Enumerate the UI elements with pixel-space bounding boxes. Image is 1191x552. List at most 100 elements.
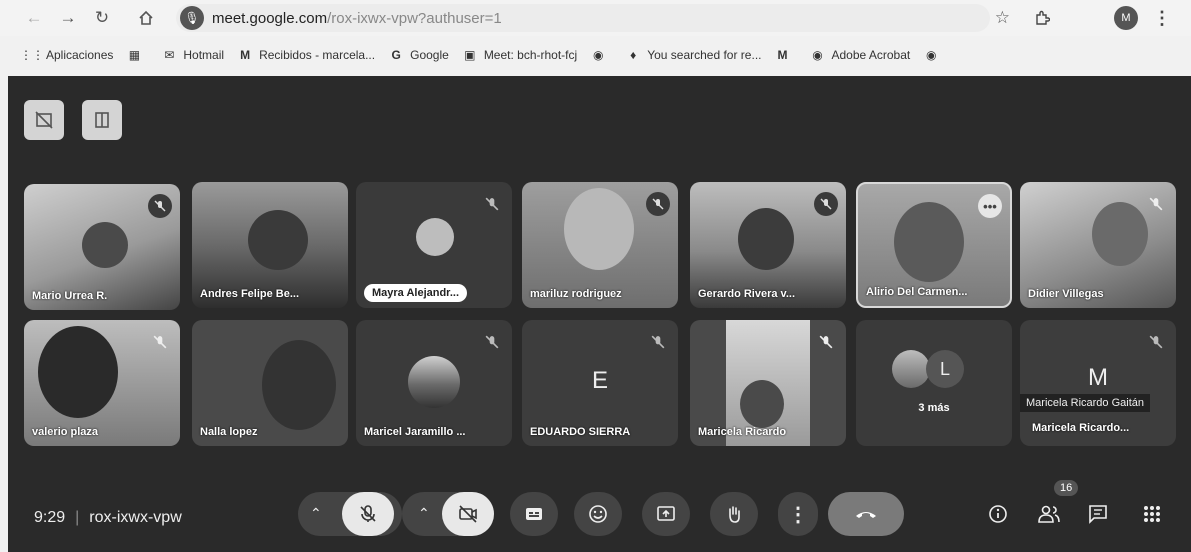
bookmark-item[interactable]: ♦ You searched for re... bbox=[625, 47, 761, 63]
bookmark-item[interactable]: M bbox=[774, 47, 796, 63]
mic-options-chevron-icon[interactable]: ⌃ bbox=[310, 505, 322, 522]
mic-off-icon bbox=[646, 192, 670, 216]
participant-name: valerio plaza bbox=[32, 426, 99, 438]
bookmark-item[interactable]: ◉ Adobe Acrobat bbox=[809, 47, 910, 63]
globe-icon: ◉ bbox=[812, 48, 823, 62]
participant-tile[interactable]: Nalla lopez bbox=[192, 320, 348, 446]
bookmark-item[interactable]: ▦ bbox=[126, 47, 148, 63]
participant-video bbox=[248, 210, 308, 270]
participant-tile[interactable]: E EDUARDO SIERRA bbox=[522, 320, 678, 446]
profile-avatar[interactable]: M bbox=[1114, 6, 1138, 30]
bookmark-item[interactable]: ⋮⋮ Aplicaciones bbox=[20, 47, 113, 63]
participant-tile[interactable]: Maricela Ricardo bbox=[690, 320, 846, 446]
mic-off-icon bbox=[814, 192, 838, 216]
people-icon[interactable] bbox=[1036, 502, 1062, 526]
mic-off-icon bbox=[150, 332, 170, 352]
present-screen-icon bbox=[657, 506, 675, 521]
mic-off-icon bbox=[482, 194, 502, 214]
chat-icon[interactable] bbox=[1086, 502, 1110, 526]
participant-video bbox=[82, 222, 128, 268]
meeting-time: 9:29 bbox=[34, 509, 66, 526]
participant-name: mariluz rodriguez bbox=[530, 288, 622, 300]
mic-site-icon: 🎙 bbox=[180, 6, 204, 30]
bookmark-item[interactable]: ◉ bbox=[923, 47, 945, 63]
present-button[interactable] bbox=[642, 492, 690, 536]
bookmark-star-icon[interactable]: ☆ bbox=[995, 8, 1010, 28]
participant-video bbox=[564, 188, 634, 270]
others-count-label: 3 más bbox=[918, 402, 950, 414]
participant-tile[interactable]: ••• Alirio Del Carmen... bbox=[856, 182, 1012, 308]
participant-initial: E bbox=[591, 366, 609, 394]
bookmark-item[interactable]: M Recibidos - marcela... bbox=[237, 47, 375, 63]
captions-icon bbox=[526, 508, 542, 520]
hide-tiles-icon[interactable] bbox=[24, 100, 64, 140]
participant-name: Andres Felipe Be... bbox=[200, 288, 300, 300]
more-options-icon[interactable]: ••• bbox=[978, 194, 1002, 218]
reload-icon[interactable]: ↻ bbox=[88, 4, 116, 32]
participant-video bbox=[894, 202, 964, 282]
participant-avatar bbox=[408, 356, 460, 408]
participant-name: Mayra Alejandr... bbox=[364, 284, 468, 302]
gmail-icon: M bbox=[240, 48, 251, 62]
mic-off-icon bbox=[360, 505, 376, 522]
participant-tile[interactable]: valerio plaza bbox=[24, 320, 180, 446]
bookmark-item[interactable]: G Google bbox=[388, 47, 448, 63]
mic-off-icon bbox=[1146, 194, 1166, 214]
participant-tile[interactable]: M Maricela Ricardo Gaitán Maricela Ricar… bbox=[1020, 320, 1176, 446]
participant-name: Alirio Del Carmen... bbox=[866, 286, 968, 298]
emoji-icon bbox=[589, 505, 607, 523]
reactions-button[interactable] bbox=[574, 492, 622, 536]
globe-icon: ◉ bbox=[592, 48, 604, 62]
participant-name: Maricel Jaramillo ... bbox=[364, 426, 466, 438]
participant-tile[interactable]: Didier Villegas bbox=[1020, 182, 1176, 308]
leave-call-button[interactable] bbox=[828, 492, 904, 536]
meeting-details-icon[interactable] bbox=[986, 502, 1010, 526]
others-tile[interactable]: L 3 más bbox=[856, 320, 1012, 446]
participant-name: Mario Urrea R. bbox=[32, 290, 108, 302]
participant-tile[interactable]: Andres Felipe Be... bbox=[192, 182, 348, 308]
camera-toggle-button[interactable] bbox=[442, 492, 494, 536]
bookmark-item[interactable]: ◉ bbox=[590, 47, 612, 63]
back-icon[interactable]: ← bbox=[20, 4, 48, 32]
more-options-icon[interactable]: ⋮ bbox=[778, 492, 818, 536]
participant-tile[interactable]: Maricel Jaramillo ... bbox=[356, 320, 512, 446]
participant-name: Maricela Ricardo bbox=[698, 426, 787, 438]
meeting-info: 9:29 | rox-ixwx-vpw bbox=[34, 509, 182, 526]
grid-icon: ▦ bbox=[128, 48, 141, 62]
address-bar[interactable]: 🎙 meet.google.com/rox-ixwx-vpw?authuser=… bbox=[176, 4, 1010, 32]
participant-name: Maricela Ricardo... bbox=[1032, 422, 1130, 434]
meeting-code: rox-ixwx-vpw bbox=[89, 509, 182, 526]
captions-button[interactable] bbox=[510, 492, 558, 536]
participant-tile[interactable]: Gerardo Rivera v... bbox=[690, 182, 846, 308]
mic-toggle-button[interactable] bbox=[342, 492, 394, 536]
home-icon[interactable] bbox=[132, 4, 160, 32]
participant-tile[interactable]: Mayra Alejandr... bbox=[356, 182, 512, 308]
camera-options-chevron-icon[interactable]: ⌃ bbox=[418, 505, 430, 522]
participant-video bbox=[262, 340, 336, 430]
participant-name: Didier Villegas bbox=[1028, 288, 1104, 300]
outlook-icon: ✉ bbox=[164, 48, 175, 62]
meet-icon: ▣ bbox=[464, 48, 476, 62]
gmail-icon: M bbox=[777, 48, 788, 62]
participant-initial: L bbox=[926, 350, 964, 388]
raise-hand-button[interactable] bbox=[710, 492, 758, 536]
mic-control-group: ⌃ bbox=[298, 492, 402, 536]
name-tooltip: Maricela Ricardo Gaitán bbox=[1020, 394, 1150, 412]
mic-off-icon bbox=[1146, 332, 1166, 352]
activities-grid-icon[interactable] bbox=[1140, 502, 1164, 526]
bookmark-item[interactable]: ▣ Meet: bch-rhot-fcj bbox=[462, 47, 577, 63]
forward-icon[interactable]: → bbox=[54, 4, 82, 32]
layout-icon[interactable] bbox=[82, 100, 122, 140]
participant-tile[interactable]: Mario Urrea R. bbox=[24, 184, 180, 310]
raise-hand-icon bbox=[729, 506, 740, 523]
bookmark-item[interactable]: ✉ Hotmail bbox=[161, 47, 224, 63]
participant-video bbox=[738, 208, 794, 270]
participant-tile[interactable]: mariluz rodriguez bbox=[522, 182, 678, 308]
participant-face bbox=[740, 380, 784, 428]
bookmark-icon: ♦ bbox=[630, 48, 637, 62]
extensions-icon[interactable] bbox=[1030, 6, 1054, 30]
camera-control-group: ⌃ bbox=[402, 492, 494, 536]
google-icon: G bbox=[391, 48, 401, 62]
participant-name: Nalla lopez bbox=[200, 426, 258, 438]
browser-menu-icon[interactable]: ⋮ bbox=[1153, 6, 1171, 30]
